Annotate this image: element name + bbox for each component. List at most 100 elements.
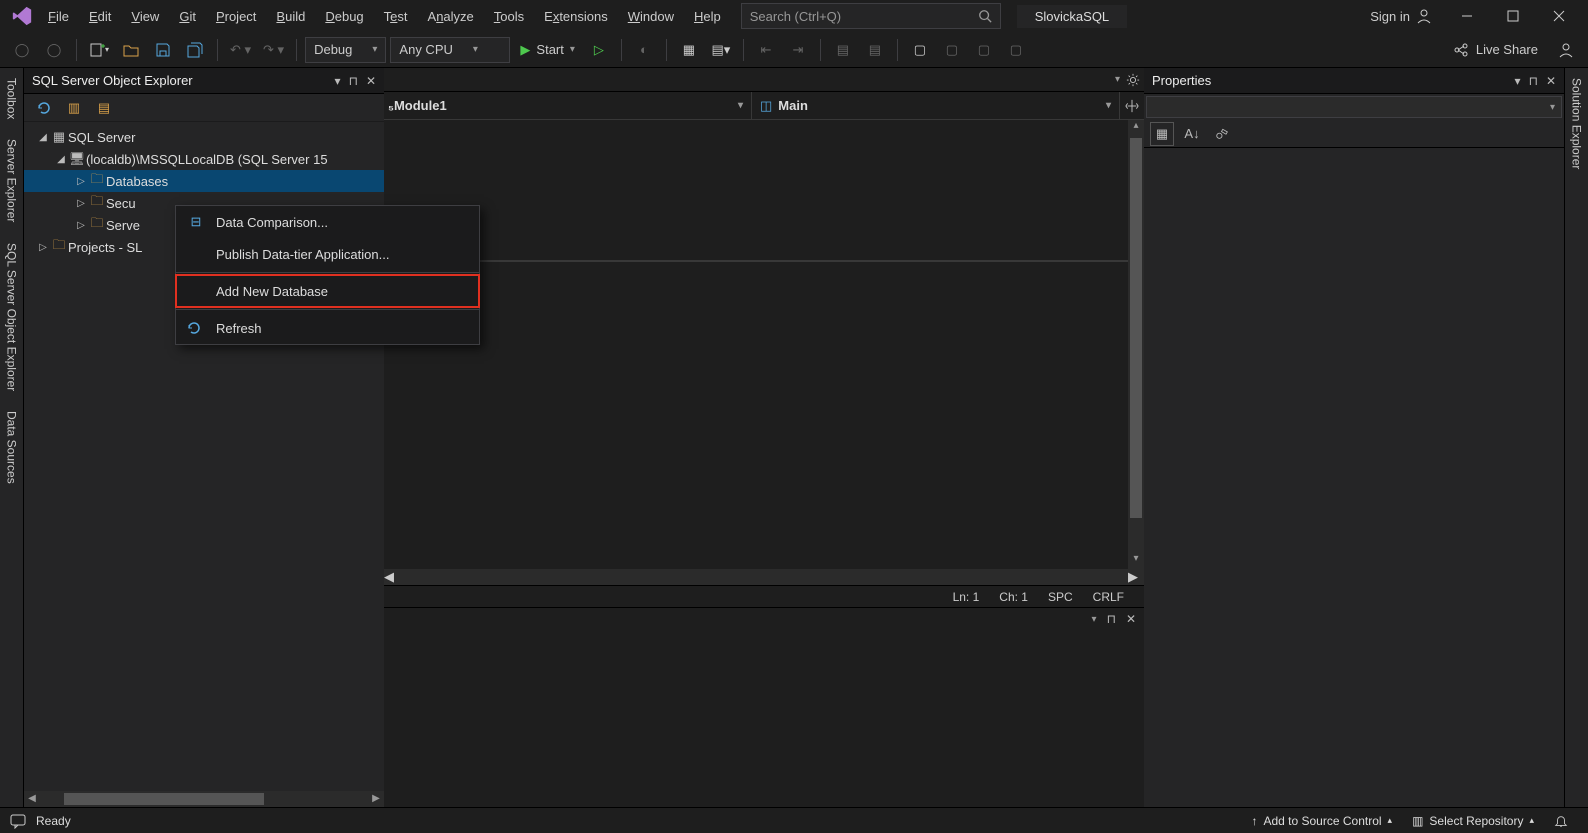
cm-add-new-database[interactable]: Add New Database xyxy=(176,275,479,307)
close-icon[interactable]: ✕ xyxy=(366,74,376,88)
config-combo[interactable]: Debug ▾ xyxy=(305,37,386,63)
categorized-icon[interactable]: ▦ xyxy=(1150,122,1174,146)
indent-more-button[interactable]: ⇥ xyxy=(784,36,812,64)
save-all-button[interactable] xyxy=(181,36,209,64)
indent-less-button[interactable]: ⇤ xyxy=(752,36,780,64)
editor-hscrollbar[interactable]: ◀▶ xyxy=(384,569,1144,585)
bookmark-next-button[interactable]: ▢ xyxy=(970,36,998,64)
tree-root[interactable]: ◢ ▦ SQL Server xyxy=(24,126,384,148)
menu-build[interactable]: Build xyxy=(266,4,315,29)
minimize-button[interactable] xyxy=(1444,0,1490,32)
add-source-control-button[interactable]: ↑ Add to Source Control ▴ xyxy=(1241,814,1402,828)
refresh-icon xyxy=(186,320,206,336)
rail-data-sources[interactable]: Data Sources xyxy=(3,401,21,494)
cm-refresh[interactable]: Refresh xyxy=(176,312,479,344)
menu-debug[interactable]: Debug xyxy=(315,4,373,29)
rail-sql-explorer[interactable]: SQL Server Object Explorer xyxy=(3,233,21,401)
menu-edit[interactable]: Edit xyxy=(79,4,121,29)
property-pages-icon[interactable] xyxy=(1210,122,1234,146)
menu-git[interactable]: Git xyxy=(169,4,206,29)
menu-test[interactable]: Test xyxy=(374,4,418,29)
close-icon[interactable]: ✕ xyxy=(1546,74,1556,88)
tree-label: SQL Server xyxy=(68,130,135,145)
source-control-label: Add to Source Control xyxy=(1263,814,1381,828)
menu-analyze[interactable]: Analyze xyxy=(418,4,484,29)
expand-icon[interactable]: ▷ xyxy=(74,198,88,209)
nav-back-button[interactable]: ◯ xyxy=(8,36,36,64)
output-panel: ▾ ⊓ ✕ xyxy=(384,607,1144,807)
chat-icon[interactable] xyxy=(10,813,26,829)
alphabetical-icon[interactable]: A↓ xyxy=(1180,122,1204,146)
cm-data-comparison[interactable]: ⊟ Data Comparison... xyxy=(176,206,479,238)
split-icon[interactable] xyxy=(1120,92,1144,119)
properties-object-combo[interactable]: ▾ xyxy=(1146,96,1562,118)
dropdown-icon[interactable]: ▾ xyxy=(1115,74,1120,85)
expand-icon[interactable]: ▷ xyxy=(36,242,50,253)
pin-icon[interactable]: ⊓ xyxy=(1107,612,1116,626)
live-share-button[interactable]: Live Share xyxy=(1442,42,1548,58)
add-server-icon[interactable]: ▥ xyxy=(64,98,84,118)
notifications-button[interactable] xyxy=(1544,814,1578,828)
sign-in-button[interactable]: Sign in xyxy=(1358,2,1444,30)
horizontal-scrollbar[interactable]: ◀▶ xyxy=(24,791,384,807)
menu-help[interactable]: Help xyxy=(684,4,731,29)
menu-view[interactable]: View xyxy=(121,4,169,29)
start-button[interactable]: ▶ Start ▾ xyxy=(514,36,581,64)
platform-combo[interactable]: Any CPU ▾ xyxy=(390,37,510,63)
group-icon[interactable]: ▤ xyxy=(94,98,114,118)
comment-button[interactable]: ▤ xyxy=(829,36,857,64)
bookmark-button[interactable]: ▢ xyxy=(906,36,934,64)
editor-scope-combo[interactable]: ₅Module1▾ xyxy=(384,92,752,119)
menu-tools[interactable]: Tools xyxy=(484,4,534,29)
select-repository-button[interactable]: ▥ Select Repository ▴ xyxy=(1402,814,1544,828)
tree-databases[interactable]: ▷ 🗀 Databases xyxy=(24,170,384,192)
open-button[interactable] xyxy=(117,36,145,64)
pin-icon[interactable]: ⊓ xyxy=(349,74,358,88)
search-placeholder: Search (Ctrl+Q) xyxy=(750,9,841,24)
rail-toolbox[interactable]: Toolbox xyxy=(3,68,21,129)
gear-icon[interactable] xyxy=(1126,73,1140,87)
expand-icon[interactable]: ◢ xyxy=(54,154,68,165)
refresh-icon[interactable] xyxy=(34,98,54,118)
panel-menu-button[interactable]: ▾ xyxy=(335,74,341,88)
account-icon[interactable] xyxy=(1552,36,1580,64)
separator xyxy=(176,272,479,273)
new-item-button[interactable]: ▾ xyxy=(85,36,113,64)
rail-solution-explorer[interactable]: Solution Explorer xyxy=(1568,68,1586,179)
expand-icon[interactable]: ◢ xyxy=(36,132,50,143)
toolbar-btn[interactable]: ▦ xyxy=(675,36,703,64)
close-icon[interactable]: ✕ xyxy=(1126,612,1136,626)
editor-member-combo[interactable]: ◫ Main▾ xyxy=(752,92,1120,119)
cm-publish-dacpac[interactable]: Publish Data-tier Application... xyxy=(176,238,479,270)
rail-server-explorer[interactable]: Server Explorer xyxy=(3,129,21,232)
start-no-debug-button[interactable]: ▷ xyxy=(585,36,613,64)
tree-instance[interactable]: ◢ 🖥 (localdb)\MSSQLLocalDB (SQL Server 1… xyxy=(24,148,384,170)
menu-file[interactable]: File xyxy=(38,4,79,29)
databases-context-menu: ⊟ Data Comparison... Publish Data-tier A… xyxy=(175,205,480,345)
main-toolbar: ◯ ◯ ▾ ↶ ▾ ↷ ▾ Debug ▾ Any CPU ▾ ▶ Start … xyxy=(0,32,1588,68)
panel-menu-button[interactable]: ▾ xyxy=(1092,614,1097,625)
menu-extensions[interactable]: Extensions xyxy=(534,4,618,29)
search-box[interactable]: Search (Ctrl+Q) xyxy=(741,3,1001,29)
eol-mode: CRLF xyxy=(1083,590,1134,604)
save-button[interactable] xyxy=(149,36,177,64)
vertical-scrollbar[interactable]: ▴▾ xyxy=(1128,120,1144,569)
maximize-button[interactable] xyxy=(1490,0,1536,32)
undo-button[interactable]: ↶ ▾ xyxy=(226,36,255,64)
expand-icon[interactable]: ▷ xyxy=(74,176,88,187)
toolbar-btn[interactable]: ◐ xyxy=(630,36,658,64)
bookmark-prev-button[interactable]: ▢ xyxy=(938,36,966,64)
close-button[interactable] xyxy=(1536,0,1582,32)
bookmark-clear-button[interactable]: ▢ xyxy=(1002,36,1030,64)
menu-window[interactable]: Window xyxy=(618,4,684,29)
code-editor[interactable] xyxy=(384,120,1128,569)
redo-button[interactable]: ↷ ▾ xyxy=(259,36,288,64)
uncomment-button[interactable]: ▤ xyxy=(861,36,889,64)
panel-menu-button[interactable]: ▾ xyxy=(1515,74,1521,88)
nav-forward-button[interactable]: ◯ xyxy=(40,36,68,64)
toolbar-btn[interactable]: ▤▾ xyxy=(707,36,735,64)
pin-icon[interactable]: ⊓ xyxy=(1529,74,1538,88)
separator xyxy=(217,39,218,61)
menu-project[interactable]: Project xyxy=(206,4,266,29)
expand-icon[interactable]: ▷ xyxy=(74,220,88,231)
